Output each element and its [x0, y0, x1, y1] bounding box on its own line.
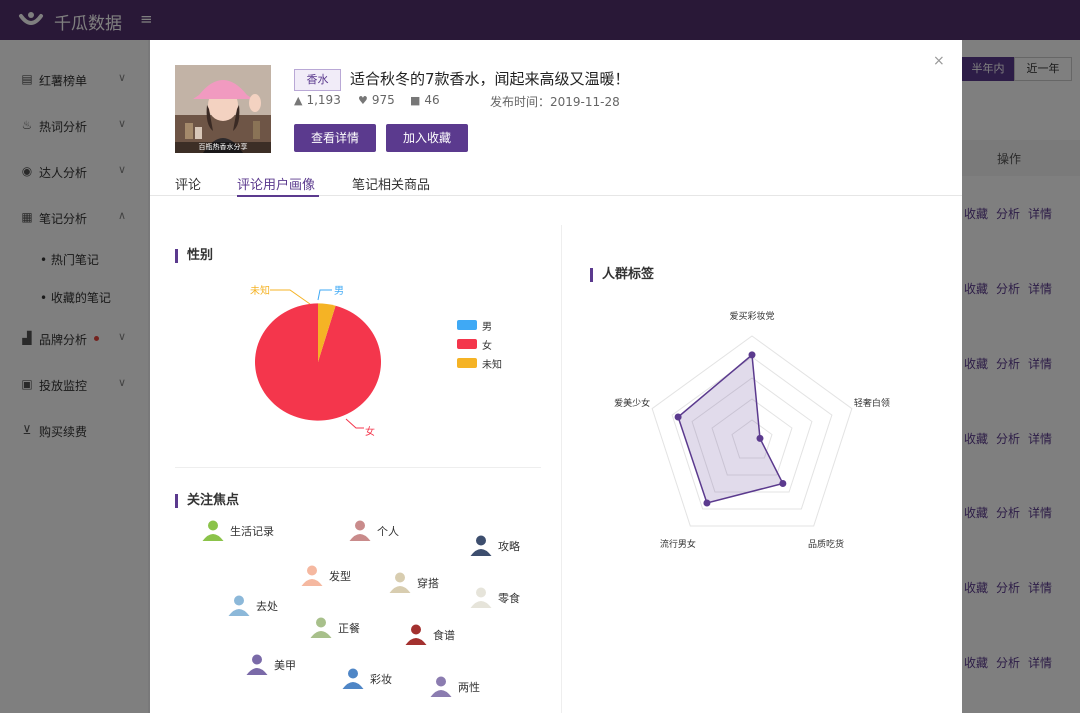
radar-axis-label-2: 轻奢白领	[853, 399, 890, 410]
person-icon	[310, 617, 332, 638]
person-icon	[342, 668, 364, 689]
likes-stat: ▲ 1,193	[294, 93, 341, 107]
legend-label: 未知	[482, 360, 502, 371]
gender-pie-chart	[255, 289, 382, 429]
focus-tag-label: 穿搭	[417, 577, 439, 590]
pie-label-female: 女	[365, 427, 375, 438]
legend-swatch	[457, 339, 477, 349]
thumbnail-caption: 百瓶热香水分享	[175, 142, 271, 153]
tab-bar: 评论 评论用户画像 笔记相关商品	[150, 162, 962, 196]
person-icon	[389, 572, 411, 593]
legend-item-female[interactable]: 女	[457, 337, 537, 352]
person-icon	[349, 520, 371, 541]
leader-line-unknown	[270, 289, 311, 305]
leader-line-female	[345, 418, 364, 429]
thumbnail-photo	[175, 65, 271, 153]
publish-time: 发布时间：2019-11-28	[490, 95, 620, 109]
section-divider	[175, 467, 541, 468]
favorites-stat: ♥ 975	[358, 93, 395, 107]
legend-item-unknown[interactable]: 未知	[457, 356, 537, 371]
legend-item-male[interactable]: 男	[457, 318, 537, 333]
legend-swatch	[457, 320, 477, 330]
legend-label: 女	[482, 341, 492, 352]
radar-axis-label-5: 爱美少女	[614, 399, 651, 410]
note-title: 适合秋冬的7款香水，闻起来高级又温暖！	[350, 70, 630, 88]
tab-related-products[interactable]: 笔记相关商品	[352, 174, 430, 193]
radar-point-爱买彩妆党[interactable]	[748, 351, 756, 359]
tab-comments[interactable]: 评论	[175, 174, 201, 193]
focus-tag-label: 零食	[498, 592, 520, 605]
likes-count: 1,193	[306, 93, 341, 107]
thumbs-up-icon: ▲	[294, 94, 303, 107]
note-thumbnail: 百瓶热香水分享	[175, 65, 271, 153]
person-icon	[470, 587, 492, 608]
add-favorite-button[interactable]: 加入收藏	[386, 124, 468, 152]
focus-tag-label: 食谱	[433, 629, 455, 642]
person-icon	[202, 520, 224, 541]
person-icon	[246, 654, 268, 675]
radar-point-流行男女[interactable]	[703, 499, 711, 507]
radar-point-爱美少女[interactable]	[674, 413, 682, 421]
radar-point-品质吃货[interactable]	[779, 479, 787, 487]
focus-tag-label: 发型	[329, 570, 351, 583]
tab-commenter-profile[interactable]: 评论用户画像	[237, 174, 315, 193]
focus-tag-label: 攻略	[498, 540, 520, 553]
focus-tag-label: 两性	[458, 681, 480, 694]
favorites-count: 975	[371, 93, 395, 107]
pie-label-male: 男	[334, 286, 344, 297]
profile-content: 性别 男 女 未知 未知 男 女 关注焦点 生活记录 个人 攻略 发型 穿搭 零食 去处 正餐…	[150, 197, 962, 713]
pie-label-unknown: 未知	[250, 286, 270, 297]
focus-tag-label: 彩妆	[370, 673, 392, 686]
heart-icon: ♥	[358, 94, 368, 107]
radar-axis-label-3: 品质吃货	[808, 539, 845, 550]
focus-tag-label: 个人	[377, 525, 399, 538]
focus-tag-label: 美甲	[274, 659, 296, 672]
person-icon	[470, 535, 492, 556]
comments-count: 46	[424, 93, 440, 107]
category-tag: 香水	[294, 69, 341, 91]
close-icon[interactable]: ×	[933, 53, 945, 69]
legend-swatch	[457, 358, 477, 368]
person-icon	[228, 595, 250, 616]
comment-icon: ■	[410, 94, 421, 107]
person-icon	[405, 624, 427, 645]
focus-tag-label: 正餐	[338, 622, 360, 635]
radar-axis-label-1: 爱买彩妆党	[729, 312, 775, 322]
focus-tag-label: 去处	[256, 600, 278, 613]
person-icon	[430, 676, 452, 697]
comments-stat: ■ 46	[410, 93, 440, 107]
leader-line-male	[317, 289, 332, 301]
person-icon	[301, 565, 323, 586]
radar-point-轻奢白领[interactable]	[756, 434, 764, 442]
focus-section-title: 关注焦点	[175, 494, 239, 508]
legend-label: 男	[482, 322, 492, 333]
view-detail-button[interactable]: 查看详情	[294, 124, 376, 152]
note-detail-modal: × 百瓶热香水分享 香水 适合秋冬的7款香水，闻起来高级又温暖！ ▲ 1,193 …	[150, 40, 962, 713]
focus-tag-label: 生活记录	[230, 525, 274, 538]
radar-axis-label-4: 流行男女	[659, 539, 696, 550]
